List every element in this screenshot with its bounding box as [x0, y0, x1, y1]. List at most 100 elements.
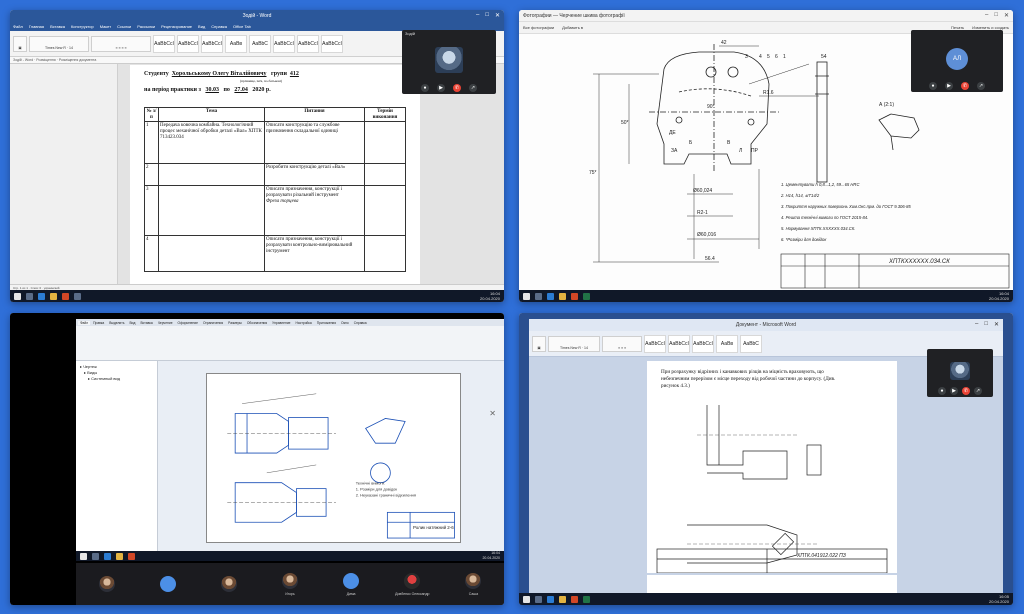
cad-menu-item[interactable]: Черчение	[156, 321, 175, 325]
ribbon-tab[interactable]: Вставка	[47, 24, 68, 29]
participant-tile[interactable]: Саша	[449, 567, 497, 601]
ribbon-tab[interactable]: Рассылки	[134, 24, 158, 29]
cad-menu-item[interactable]: Вид	[127, 321, 137, 325]
word-app-icon[interactable]	[38, 292, 45, 300]
cad-menu-item[interactable]: Выделить	[107, 321, 126, 325]
all-photos-button[interactable]: Все фотографии	[523, 25, 554, 30]
search-icon[interactable]	[92, 552, 99, 560]
style-sample[interactable]: AaBbC	[249, 34, 271, 53]
camera-icon[interactable]: ▶	[945, 82, 953, 90]
style-sample[interactable]: AaBbCcI	[321, 34, 343, 53]
ribbon-tab[interactable]: Макет	[97, 24, 114, 29]
explorer-icon[interactable]	[116, 552, 123, 560]
app-icon[interactable]	[571, 595, 578, 603]
cad-menu-item[interactable]: Файл	[78, 320, 91, 325]
ribbon-tab[interactable]: Файл	[10, 24, 26, 29]
style-sample[interactable]: АаВв	[716, 334, 738, 353]
maximize-icon[interactable]: □	[485, 12, 489, 19]
app-icon[interactable]	[583, 292, 590, 300]
document-page[interactable]: При розрахунку відрізних і канавкових рі…	[647, 361, 897, 589]
mic-icon[interactable]: ●	[929, 82, 937, 90]
windows-start-icon[interactable]	[523, 292, 530, 300]
participant-tile[interactable]	[83, 567, 131, 601]
participant-tile[interactable]: Дима	[327, 567, 375, 601]
maximize-icon[interactable]: □	[984, 321, 988, 328]
participant-tile[interactable]: Довбенко Олександр	[388, 567, 436, 601]
style-sample[interactable]: AaBbCcI	[644, 334, 666, 353]
close-panel-icon[interactable]: ✕	[489, 409, 496, 418]
video-call-window[interactable]: Зодій ● ▶ ✆ ↗	[402, 30, 496, 94]
app-icon[interactable]	[571, 292, 578, 300]
cad-menu-item[interactable]: Справка	[352, 321, 369, 325]
mic-icon[interactable]: ●	[421, 84, 429, 92]
ribbon-tab[interactable]: Office Tab	[230, 24, 254, 29]
participant-tile[interactable]: Игорь	[266, 567, 314, 601]
search-icon[interactable]	[535, 595, 542, 603]
cad-menu-item[interactable]: Вставка	[138, 321, 154, 325]
paragraph-box[interactable]: ≡ ≡ ≡ ≡	[91, 35, 151, 52]
close-icon[interactable]: ✕	[994, 321, 999, 328]
hang-up-icon[interactable]: ✆	[962, 387, 970, 395]
style-sample[interactable]: АаВв	[225, 34, 247, 53]
close-icon[interactable]: ✕	[495, 12, 500, 19]
ribbon-tab[interactable]: Ссылки	[114, 24, 134, 29]
cad-menu-item[interactable]: Настройка	[294, 321, 314, 325]
participant-tile[interactable]	[144, 567, 192, 601]
app-icon[interactable]	[62, 292, 69, 300]
style-sample[interactable]: AaBbCcI	[177, 34, 199, 53]
search-icon[interactable]	[535, 292, 542, 300]
minimize-icon[interactable]: –	[985, 12, 988, 19]
close-icon[interactable]: ✕	[1004, 12, 1009, 19]
explorer-icon[interactable]	[559, 595, 566, 603]
share-icon[interactable]: ↗	[977, 82, 985, 90]
video-call-window[interactable]: ● ▶ ✆ ↗	[927, 349, 993, 397]
windows-start-icon[interactable]	[14, 292, 21, 300]
app-icon[interactable]	[104, 552, 111, 560]
camera-icon[interactable]: ▶	[437, 84, 445, 92]
style-sample[interactable]: AaBbCcI	[692, 334, 714, 353]
windows-start-icon[interactable]	[80, 552, 87, 560]
font-box[interactable]: Times New R · 14	[29, 35, 89, 52]
share-icon[interactable]: ↗	[469, 84, 477, 92]
ribbon-tab[interactable]: Главная	[26, 24, 47, 29]
minimize-icon[interactable]: –	[476, 12, 479, 19]
ribbon-tab[interactable]: Рецензирование	[158, 24, 195, 29]
explorer-icon[interactable]	[559, 292, 566, 300]
video-call-window[interactable]: АЛ ● ▶ ✆ ↗	[911, 30, 1003, 92]
style-sample[interactable]: AaBbC	[740, 334, 762, 353]
search-icon[interactable]	[26, 292, 33, 300]
cad-menu-item[interactable]: Управление	[270, 321, 292, 325]
style-sample[interactable]: AaBbCcI	[668, 334, 690, 353]
explorer-icon[interactable]	[50, 292, 57, 300]
cad-menu-item[interactable]: Размеры	[226, 321, 244, 325]
cad-menu-item[interactable]: Ограничения	[201, 321, 225, 325]
paragraph-box[interactable]: ≡ ≡ ≡	[602, 335, 642, 352]
app-icon[interactable]	[583, 595, 590, 603]
ribbon-tab[interactable]: Справка	[208, 24, 230, 29]
cad-menu-item[interactable]: Окно	[339, 321, 351, 325]
tree-item[interactable]: ▸ Системный вид	[80, 376, 153, 382]
app-icon[interactable]	[128, 552, 135, 560]
paste-button[interactable]: ▣	[13, 35, 27, 52]
document-page[interactable]: Студенту Хорольському Олегу Віталійовичу…	[130, 65, 420, 302]
style-sample[interactable]: AaBbCcI	[297, 34, 319, 53]
participant-tile[interactable]	[205, 567, 253, 601]
add-to-button[interactable]: Добавить в	[562, 25, 583, 30]
drawing-sheet[interactable]: Технічні вимоги: 1. Розміри для довідок …	[206, 373, 461, 543]
maximize-icon[interactable]: □	[994, 12, 998, 19]
style-sample[interactable]: AaBbCcI	[153, 34, 175, 53]
font-box[interactable]: Times New R · 14	[548, 335, 600, 352]
style-sample[interactable]: AaBbCcI	[201, 34, 223, 53]
share-icon[interactable]: ↗	[974, 387, 982, 395]
word-app-icon[interactable]	[547, 595, 554, 603]
ribbon-tab[interactable]: Вид	[195, 24, 208, 29]
minimize-icon[interactable]: –	[975, 321, 978, 328]
windows-start-icon[interactable]	[523, 595, 530, 603]
cad-menu-item[interactable]: Оформление	[176, 321, 200, 325]
cad-menu-item[interactable]: Обозначения	[245, 321, 269, 325]
style-sample[interactable]: AaBbCcI	[273, 34, 295, 53]
paste-button[interactable]: ▣	[532, 335, 546, 352]
hang-up-icon[interactable]: ✆	[453, 84, 461, 92]
cad-menu-item[interactable]: Приложения	[315, 321, 338, 325]
camera-icon[interactable]: ▶	[950, 387, 958, 395]
